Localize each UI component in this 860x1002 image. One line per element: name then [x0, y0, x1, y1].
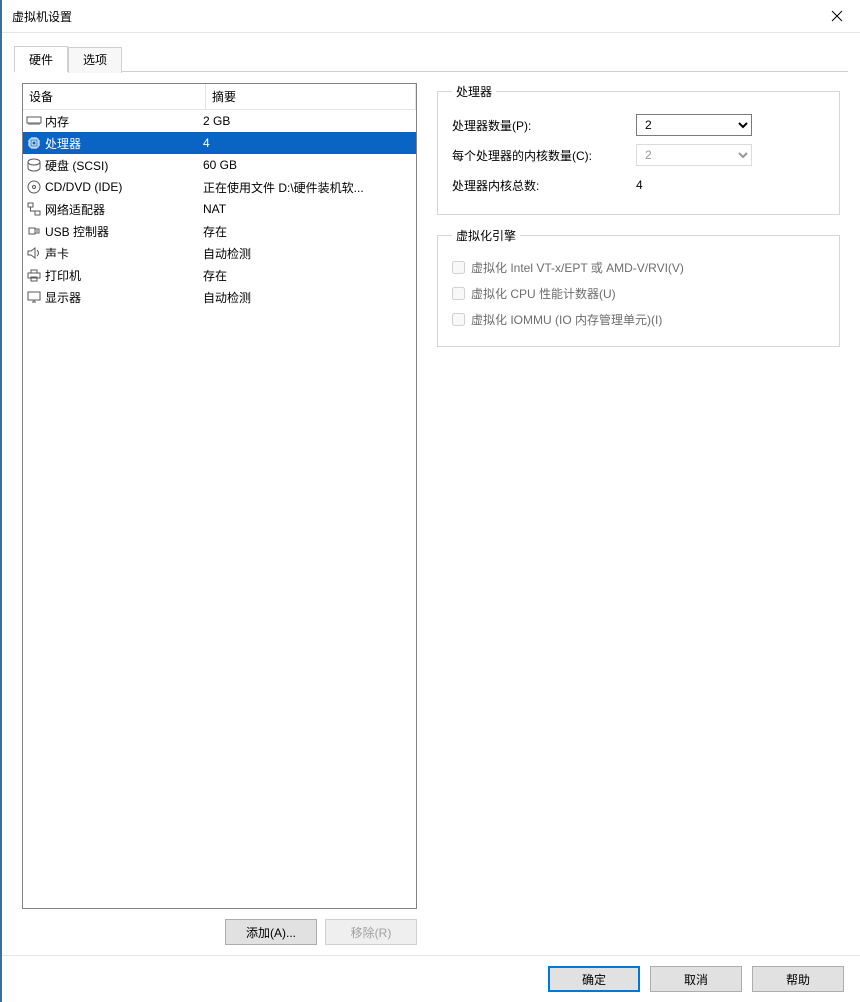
content-area: 设备 摘要 内存2 GB处理器4硬盘 (SCSI)60 GBCD/DVD (ID… — [2, 71, 860, 955]
cores-per-processor-label: 每个处理器的内核数量(C): — [452, 147, 636, 164]
cores-per-processor-select: 2 — [636, 144, 752, 166]
tab-strip: 硬件 选项 — [14, 45, 848, 71]
iommu-checkbox-row: 虚拟化 IOMMU (IO 内存管理单元)(I) — [452, 306, 825, 332]
hardware-row-display[interactable]: 显示器自动检测 — [23, 286, 416, 308]
ok-button[interactable]: 确定 — [548, 966, 640, 992]
counters-checkbox — [452, 287, 465, 300]
close-button[interactable] — [814, 0, 860, 32]
processor-count-select[interactable]: 2 — [636, 114, 752, 136]
hardware-row-cpu[interactable]: 处理器4 — [23, 132, 416, 154]
printer-icon — [23, 267, 45, 283]
processor-count-label: 处理器数量(P): — [452, 117, 636, 134]
total-cores-label: 处理器内核总数: — [452, 177, 636, 194]
iommu-checkbox — [452, 313, 465, 326]
cd-icon — [23, 179, 45, 195]
column-device[interactable]: 设备 — [23, 84, 206, 109]
virtualization-legend: 虚拟化引擎 — [452, 227, 520, 244]
hardware-row-usb[interactable]: USB 控制器存在 — [23, 220, 416, 242]
usb-icon — [23, 223, 45, 239]
hardware-list-body: 内存2 GB处理器4硬盘 (SCSI)60 GBCD/DVD (IDE)正在使用… — [23, 110, 416, 308]
processors-group: 处理器 处理器数量(P): 2 每个处理器的内核数量(C): 2 — [437, 83, 840, 215]
hardware-summary: 自动检测 — [203, 289, 416, 306]
tabs-row: 硬件 选项 — [2, 33, 860, 71]
hardware-list-header: 设备 摘要 — [23, 84, 416, 110]
hardware-summary: 存在 — [203, 267, 416, 284]
hardware-summary: 4 — [203, 136, 416, 150]
hardware-name: 打印机 — [45, 267, 203, 284]
hardware-summary: 60 GB — [203, 158, 416, 172]
window-title: 虚拟机设置 — [12, 8, 814, 25]
counters-checkbox-row: 虚拟化 CPU 性能计数器(U) — [452, 280, 825, 306]
hardware-summary: 2 GB — [203, 114, 416, 128]
network-icon — [23, 201, 45, 217]
hardware-row-disk[interactable]: 硬盘 (SCSI)60 GB — [23, 154, 416, 176]
titlebar: 虚拟机设置 — [2, 0, 860, 33]
tab-options[interactable]: 选项 — [68, 47, 122, 73]
processors-legend: 处理器 — [452, 83, 496, 100]
hardware-name: CD/DVD (IDE) — [45, 180, 203, 194]
vm-settings-window: 虚拟机设置 硬件 选项 设备 摘要 内存2 GB处理器4硬盘 (SCSI)60 … — [0, 0, 860, 1002]
vt-label: 虚拟化 Intel VT-x/EPT 或 AMD-V/RVI(V) — [471, 259, 684, 276]
hardware-summary: 正在使用文件 D:\硬件装机软... — [203, 179, 416, 196]
row-processor-count: 处理器数量(P): 2 — [452, 110, 825, 140]
remove-hardware-button: 移除(R) — [325, 919, 417, 945]
close-icon — [831, 10, 843, 22]
hardware-summary: 自动检测 — [203, 245, 416, 262]
virtualization-group: 虚拟化引擎 虚拟化 Intel VT-x/EPT 或 AMD-V/RVI(V) … — [437, 227, 840, 347]
hardware-row-cd[interactable]: CD/DVD (IDE)正在使用文件 D:\硬件装机软... — [23, 176, 416, 198]
cancel-button[interactable]: 取消 — [650, 966, 742, 992]
row-cores-per-processor: 每个处理器的内核数量(C): 2 — [452, 140, 825, 170]
column-summary[interactable]: 摘要 — [206, 84, 416, 109]
hardware-name: USB 控制器 — [45, 223, 203, 240]
hardware-name: 处理器 — [45, 135, 203, 152]
hardware-name: 内存 — [45, 113, 203, 130]
hardware-name: 显示器 — [45, 289, 203, 306]
hardware-name: 硬盘 (SCSI) — [45, 157, 203, 174]
hardware-row-network[interactable]: 网络适配器NAT — [23, 198, 416, 220]
help-button[interactable]: 帮助 — [752, 966, 844, 992]
hardware-row-sound[interactable]: 声卡自动检测 — [23, 242, 416, 264]
vt-checkbox — [452, 261, 465, 274]
hardware-summary: NAT — [203, 202, 416, 216]
cores-per-processor-value: 2 — [636, 144, 825, 166]
sound-icon — [23, 245, 45, 261]
vt-checkbox-row: 虚拟化 Intel VT-x/EPT 或 AMD-V/RVI(V) — [452, 254, 825, 280]
hardware-row-memory[interactable]: 内存2 GB — [23, 110, 416, 132]
hardware-name: 声卡 — [45, 245, 203, 262]
cpu-icon — [23, 135, 45, 151]
hardware-list[interactable]: 设备 摘要 内存2 GB处理器4硬盘 (SCSI)60 GBCD/DVD (ID… — [22, 83, 417, 909]
dialog-button-bar: 确定 取消 帮助 — [2, 955, 860, 1002]
disk-icon — [23, 157, 45, 173]
memory-icon — [23, 113, 45, 129]
total-cores-value: 4 — [636, 178, 825, 192]
hardware-buttons: 添加(A)... 移除(R) — [22, 919, 417, 945]
processor-count-value: 2 — [636, 114, 825, 136]
row-total-cores: 处理器内核总数: 4 — [452, 170, 825, 200]
iommu-label: 虚拟化 IOMMU (IO 内存管理单元)(I) — [471, 311, 662, 328]
right-pane: 处理器 处理器数量(P): 2 每个处理器的内核数量(C): 2 — [437, 83, 840, 945]
hardware-summary: 存在 — [203, 223, 416, 240]
hardware-row-printer[interactable]: 打印机存在 — [23, 264, 416, 286]
tab-underline — [122, 71, 848, 72]
left-pane: 设备 摘要 内存2 GB处理器4硬盘 (SCSI)60 GBCD/DVD (ID… — [22, 83, 417, 945]
counters-label: 虚拟化 CPU 性能计数器(U) — [471, 285, 616, 302]
tab-hardware[interactable]: 硬件 — [14, 46, 68, 72]
hardware-name: 网络适配器 — [45, 201, 203, 218]
add-hardware-button[interactable]: 添加(A)... — [225, 919, 317, 945]
display-icon — [23, 289, 45, 305]
